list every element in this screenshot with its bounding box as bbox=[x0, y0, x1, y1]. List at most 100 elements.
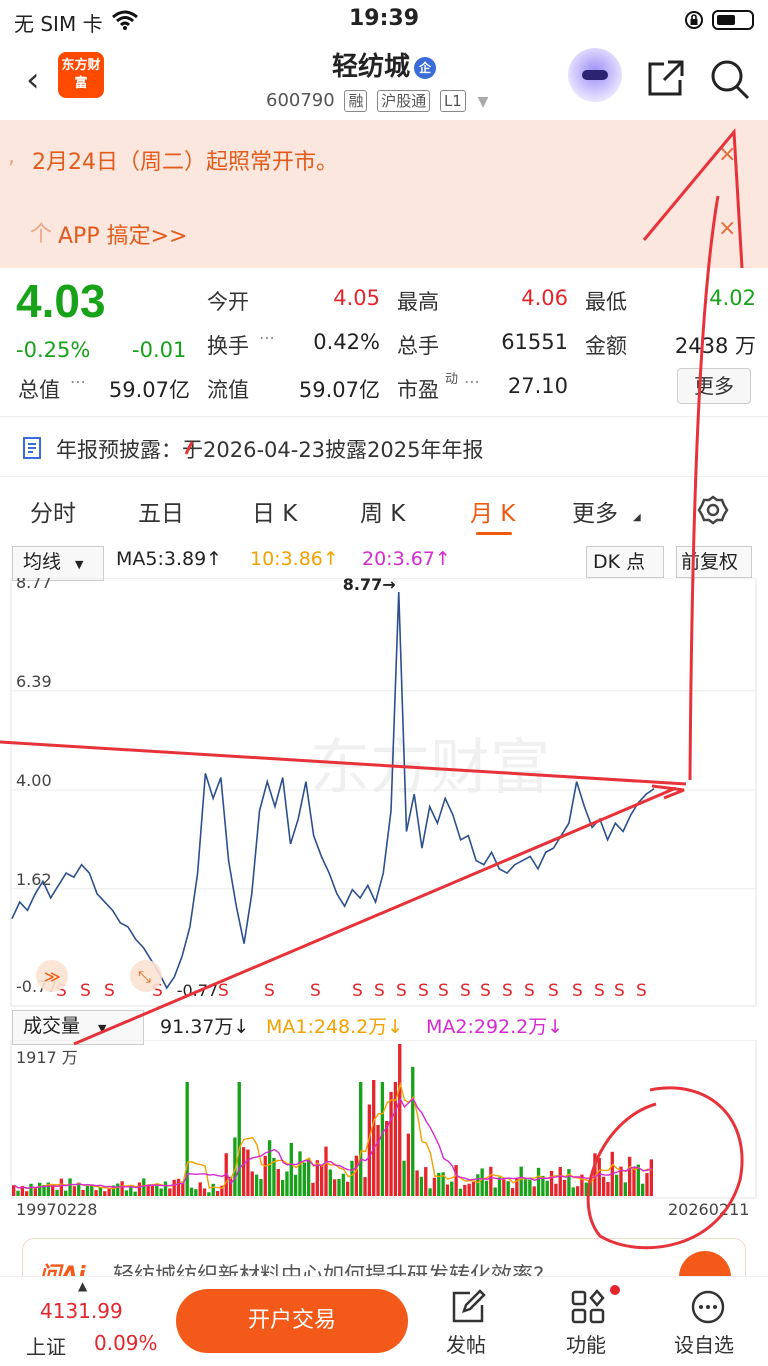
volume-bar bbox=[523, 1179, 528, 1196]
volume-bar bbox=[215, 1191, 220, 1196]
close-icon[interactable]: × bbox=[718, 142, 736, 167]
volume-bar bbox=[367, 1104, 372, 1196]
volume-bar bbox=[85, 1185, 90, 1196]
change-amount: -0.01 bbox=[132, 338, 187, 362]
volume-bar bbox=[476, 1174, 480, 1196]
market-cap-value: 59.07亿 bbox=[108, 378, 190, 402]
volume-bar bbox=[558, 1166, 562, 1196]
volume-bar bbox=[419, 1176, 424, 1196]
post-icon[interactable] bbox=[450, 1289, 486, 1325]
functions-icon[interactable] bbox=[570, 1289, 606, 1325]
tag-level: L1 bbox=[439, 90, 466, 112]
volume-bar bbox=[480, 1168, 484, 1196]
sell-signal: S bbox=[502, 981, 513, 1001]
tab-five-day[interactable]: 五日 bbox=[138, 494, 184, 528]
volume-bar bbox=[571, 1187, 575, 1196]
expand-caret-icon[interactable]: ▲ bbox=[78, 1279, 87, 1293]
volume-bar bbox=[259, 1179, 263, 1196]
sell-signal: S bbox=[524, 981, 535, 1001]
add-watchlist-label[interactable]: 设自选 bbox=[674, 1329, 734, 1358]
annual-report-notice[interactable]: 年报预披露：于2026-04-23披露2025年年报 bbox=[56, 434, 483, 464]
bottom-bar: ▲ 4131.99 上证 0.09% 开户交易 发帖 功能 设自选 bbox=[0, 1276, 768, 1366]
volume-bar bbox=[389, 1091, 393, 1196]
share-icon[interactable] bbox=[646, 58, 686, 98]
sell-signal: S bbox=[80, 981, 91, 1001]
stock-code-row[interactable]: 600790 融 沪股通 L1 ▼ bbox=[266, 90, 488, 112]
sell-signal: S bbox=[396, 981, 407, 1001]
sell-signal: S bbox=[104, 981, 115, 1001]
volume-bar bbox=[623, 1182, 627, 1196]
volume-bar bbox=[424, 1167, 428, 1196]
volume-bar bbox=[627, 1156, 632, 1196]
tab-monthly-k[interactable]: 月 K bbox=[470, 494, 515, 528]
volume-bar bbox=[372, 1079, 376, 1196]
dk-point-button[interactable]: DK 点 bbox=[586, 546, 664, 578]
status-bar: 无 SIM 卡 19:39 bbox=[0, 0, 768, 40]
float-cap-value: 59.07亿 bbox=[298, 378, 380, 402]
info-icon[interactable]: ⋯ bbox=[464, 372, 480, 391]
sell-signal: S bbox=[418, 981, 429, 1001]
volume-bar bbox=[632, 1167, 636, 1196]
sell-signal: S bbox=[310, 981, 321, 1001]
post-label[interactable]: 发帖 bbox=[446, 1329, 486, 1358]
active-tab-indicator bbox=[476, 532, 512, 535]
volume-bar bbox=[502, 1179, 506, 1196]
functions-label[interactable]: 功能 bbox=[566, 1329, 606, 1358]
volume-bar bbox=[302, 1162, 306, 1196]
volume-bar bbox=[107, 1188, 111, 1196]
volume-bar bbox=[254, 1174, 259, 1196]
volume-bar bbox=[142, 1178, 146, 1196]
sell-signal: S bbox=[594, 981, 605, 1001]
tab-intraday[interactable]: 分时 bbox=[30, 494, 76, 528]
tab-weekly-k[interactable]: 周 K bbox=[360, 494, 405, 528]
search-icon[interactable] bbox=[708, 58, 752, 100]
volume-bar bbox=[385, 1120, 389, 1196]
volume-bar bbox=[176, 1178, 181, 1196]
turnover-value: 0.42% bbox=[313, 330, 380, 354]
ai-assistant-avatar[interactable] bbox=[568, 48, 622, 102]
low-value: 4.02 bbox=[709, 286, 756, 310]
volume-bar bbox=[584, 1182, 588, 1196]
high-label: 最高 bbox=[397, 290, 439, 314]
volume-bar bbox=[159, 1188, 163, 1196]
volume-bar bbox=[588, 1181, 593, 1196]
volume-bar bbox=[415, 1170, 419, 1196]
ma-select[interactable]: 均线 ▼ bbox=[12, 546, 104, 581]
info-icon[interactable]: ⋯ bbox=[259, 328, 275, 347]
volume-bar bbox=[445, 1184, 450, 1196]
ma10-value: 10:3.86↑ bbox=[250, 548, 339, 570]
open-account-trade-button[interactable]: 开户交易 bbox=[176, 1289, 408, 1353]
volume-bar bbox=[25, 1191, 29, 1196]
volume-bar bbox=[398, 1044, 402, 1196]
low-marker: -0.77 bbox=[177, 981, 218, 1000]
volume-bar bbox=[493, 1187, 497, 1196]
ai-question-banner[interactable]: 问Ai 轻纺城纺织新材料中心如何提升研发转化效率? bbox=[22, 1238, 746, 1278]
close-icon[interactable]: × bbox=[718, 216, 736, 241]
price-chart[interactable]: 东方财富 8.776.394.001.62-0.77 SSSSSSSSSSSSS… bbox=[0, 578, 768, 1008]
volume-chart[interactable] bbox=[0, 1040, 768, 1200]
market-cap-label: 总值 bbox=[18, 378, 60, 402]
open-value: 4.05 bbox=[333, 286, 380, 310]
volume-bar bbox=[103, 1191, 107, 1196]
tab-more[interactable]: 更多 bbox=[572, 494, 618, 528]
info-icon[interactable]: ⋯ bbox=[70, 372, 86, 391]
sell-signal: S bbox=[572, 981, 583, 1001]
notice-bullet-icon: , bbox=[8, 144, 15, 169]
stock-name: 轻纺城 bbox=[331, 52, 410, 82]
more-button[interactable]: 更多 bbox=[677, 368, 751, 404]
add-watchlist-icon[interactable] bbox=[690, 1289, 726, 1325]
y-tick-label: 8.77 bbox=[16, 578, 52, 592]
tab-daily-k[interactable]: 日 K bbox=[252, 494, 297, 528]
notice-text-2[interactable]: APP 搞定>> bbox=[58, 218, 187, 250]
sell-signal: S bbox=[636, 981, 647, 1001]
y-tick-label: 1.62 bbox=[16, 870, 52, 889]
volume-label: 总手 bbox=[397, 334, 439, 358]
volume-bar bbox=[575, 1186, 580, 1196]
gear-icon[interactable] bbox=[697, 494, 729, 526]
volume-bar bbox=[55, 1189, 59, 1196]
sell-signal: S bbox=[438, 981, 449, 1001]
pe-value: 27.10 bbox=[507, 374, 568, 398]
float-cap-label: 流值 bbox=[207, 378, 249, 402]
adjust-price-button[interactable]: 前复权 bbox=[676, 546, 752, 578]
ai-go-icon[interactable] bbox=[679, 1251, 731, 1277]
